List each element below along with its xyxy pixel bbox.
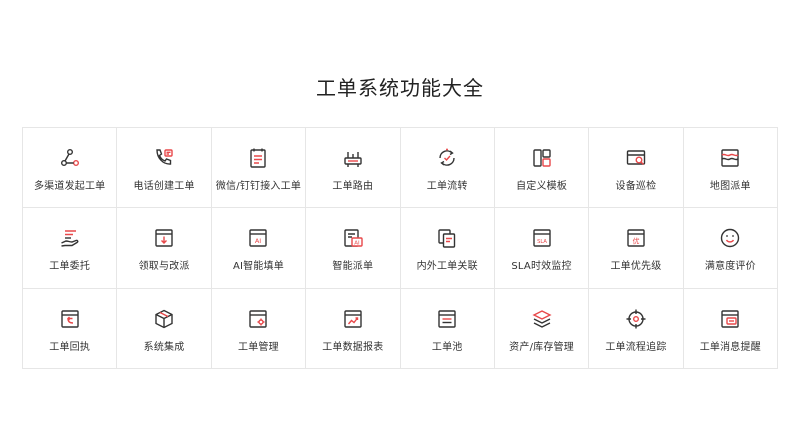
feature-card-pool[interactable]: 工单池 xyxy=(400,288,495,369)
map-icon xyxy=(719,147,741,169)
target-icon xyxy=(625,308,647,330)
claim-icon xyxy=(153,227,175,249)
feature-label: 资产/库存管理 xyxy=(509,341,574,353)
feature-label: 领取与改派 xyxy=(138,261,190,273)
multi-channel-icon xyxy=(59,147,81,169)
feature-card-inventory[interactable]: 资产/库存管理 xyxy=(494,288,590,369)
delegate-icon xyxy=(59,227,81,249)
template-icon xyxy=(531,147,553,169)
feature-card-receipt[interactable]: 工单回执 xyxy=(23,288,118,369)
feature-card-delegate[interactable]: 工单委托 xyxy=(23,208,118,289)
feature-card-map[interactable]: 地图派单 xyxy=(683,128,778,209)
sla-icon: SLA xyxy=(531,227,553,249)
feature-label: 工单管理 xyxy=(238,341,279,353)
wechat-dingtalk-icon xyxy=(247,147,269,169)
feature-card-message[interactable]: 工单消息提醒 xyxy=(683,288,778,369)
page-title: 工单系统功能大全 xyxy=(316,76,484,100)
layers-icon xyxy=(531,308,553,330)
feature-label: 工单数据报表 xyxy=(322,341,384,353)
feature-card-tracking[interactable]: 工单流程追踪 xyxy=(589,288,684,369)
feature-card-router[interactable]: 工单路由 xyxy=(306,128,401,209)
feature-label: 工单回执 xyxy=(49,341,91,353)
feature-label: 自定义模板 xyxy=(516,181,568,192)
sla-badge: SLA xyxy=(537,239,547,245)
feature-label: AI智能填单 xyxy=(232,261,284,273)
feature-card-claim[interactable]: 领取与改派 xyxy=(117,208,212,289)
feature-label: 多渠道发起工单 xyxy=(33,181,106,192)
feature-label: 系统集成 xyxy=(143,341,185,353)
integration-cube-icon xyxy=(153,308,175,330)
feature-card-phone-ticket[interactable]: 电话创建工单 xyxy=(117,128,212,209)
ai-badge: AI xyxy=(354,241,360,247)
feature-card-flow[interactable]: 工单流转 xyxy=(400,128,495,209)
feature-card-link-tickets[interactable]: 内外工单关联 xyxy=(400,208,495,289)
phone-ticket-icon xyxy=(153,147,175,169)
feature-card-priority[interactable]: 优 工单优先级 xyxy=(589,208,684,289)
manage-gear-icon xyxy=(247,308,269,330)
receipt-icon xyxy=(59,308,81,330)
feature-label: 工单池 xyxy=(431,341,463,353)
feature-label: 电话创建工单 xyxy=(133,181,195,192)
feature-label: 工单路由 xyxy=(332,181,374,192)
feature-label: 工单优先级 xyxy=(610,261,662,273)
feature-grid: 多渠道发起工单 电话创建工单 微信/钉钉接入工单 工单路由 工单流转 自定义模板… xyxy=(22,127,778,369)
priority-icon: 优 xyxy=(625,227,647,249)
pool-icon xyxy=(436,308,458,330)
router-icon xyxy=(342,147,364,169)
feature-label: 地图派单 xyxy=(709,181,751,192)
feature-card-ai-fill[interactable]: AI AI智能填单 xyxy=(211,208,307,289)
ai-badge: AI xyxy=(255,237,261,245)
feature-label: 满意度评价 xyxy=(704,261,756,273)
feature-card-satisfaction[interactable]: 满意度评价 xyxy=(683,208,778,289)
flow-cycle-icon xyxy=(436,147,458,169)
feature-label: 工单消息提醒 xyxy=(699,341,761,353)
ai-fill-icon: AI xyxy=(247,227,269,249)
feature-card-sla[interactable]: SLA SLA时效监控 xyxy=(494,208,590,289)
feature-card-inspection[interactable]: 设备巡检 xyxy=(589,128,684,209)
feature-label: 设备巡检 xyxy=(615,181,657,192)
feature-label: 内外工单关联 xyxy=(416,261,478,273)
feature-card-wechat-dingtalk[interactable]: 微信/钉钉接入工单 xyxy=(211,128,307,209)
feature-card-report[interactable]: 工单数据报表 xyxy=(306,288,401,369)
feature-label: 工单流转 xyxy=(426,181,468,192)
priority-badge: 优 xyxy=(632,237,639,246)
smart-dispatch-icon: AI xyxy=(342,227,364,249)
feature-label: 微信/钉钉接入工单 xyxy=(215,181,302,192)
feature-label: SLA时效监控 xyxy=(511,261,572,273)
feature-card-smart-dispatch[interactable]: AI 智能派单 xyxy=(306,208,401,289)
feature-label: 工单流程追踪 xyxy=(605,341,667,353)
link-tickets-icon xyxy=(436,227,458,249)
feature-label: 工单委托 xyxy=(49,261,91,273)
report-chart-icon xyxy=(342,308,364,330)
feature-card-multi-channel[interactable]: 多渠道发起工单 xyxy=(23,128,118,209)
feature-label: 智能派单 xyxy=(332,261,374,273)
feature-card-integration[interactable]: 系统集成 xyxy=(117,288,212,369)
message-icon xyxy=(719,308,741,330)
feature-card-manage[interactable]: 工单管理 xyxy=(211,288,307,369)
feature-card-template[interactable]: 自定义模板 xyxy=(494,128,590,209)
smiley-icon xyxy=(719,227,741,249)
inspection-icon xyxy=(625,147,647,169)
